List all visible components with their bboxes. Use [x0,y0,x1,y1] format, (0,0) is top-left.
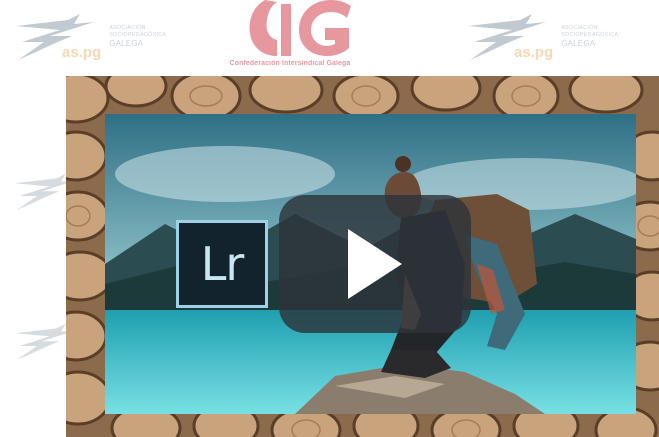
aspg-brand: as.pg [514,43,554,61]
cig-caption: Confederación Intersindical Galega [229,60,351,67]
lightroom-icon: Lr [176,220,268,308]
aspg-watermark-top-left: as.pg ASOCIACIÓN SOCIOPEDAGÓXICA GALEGA [10,12,166,62]
cig-mark-icon [249,0,351,56]
aspg-org-name: ASOCIACIÓN SOCIOPEDAGÓXICA GALEGA [109,25,167,48]
aspg-brand: as.pg [62,43,102,61]
aspg-watermark-top-right: as.pg ASOCIACIÓN SOCIOPEDAGÓXICA GALEGA [462,12,618,62]
cig-logo: Confederación Intersindical Galega [210,0,370,74]
play-button[interactable] [279,195,471,333]
aspg-org-name: ASOCIACIÓN SOCIOPEDAGÓXICA GALEGA [561,25,619,48]
play-icon [348,229,402,299]
lightroom-badge-label: Lr [200,237,245,291]
